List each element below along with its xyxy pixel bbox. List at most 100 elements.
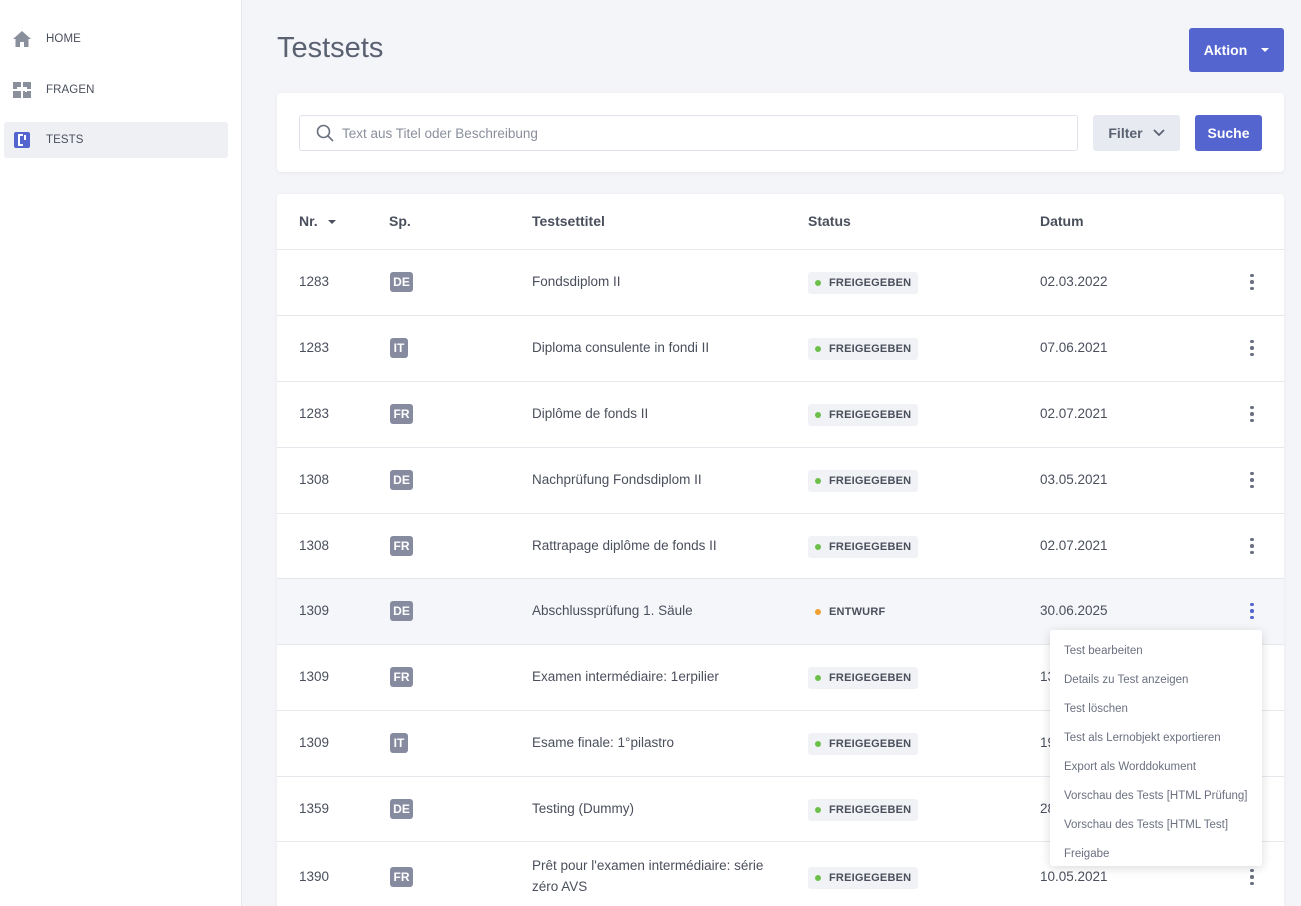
sidebar-item-fragen[interactable]: FRAGEN [4, 72, 228, 108]
status-label: FREIGEGEBEN [829, 738, 912, 750]
menu-item-export-learning-object[interactable]: Test als Lernobjekt exportieren [1050, 723, 1262, 752]
filter-button[interactable]: Filter [1093, 115, 1180, 151]
more-options-icon[interactable] [1244, 337, 1260, 359]
status-badge: FREIGEGEBEN [808, 536, 919, 558]
more-options-icon[interactable] [1244, 403, 1260, 425]
column-header-lang[interactable]: Sp. [389, 213, 411, 229]
column-header-date[interactable]: Datum [1040, 213, 1084, 229]
language-badge: DE [390, 601, 413, 621]
language-badge: FR [390, 404, 413, 424]
column-header-status[interactable]: Status [808, 213, 851, 229]
more-options-icon[interactable] [1244, 469, 1260, 491]
status-label: FREIGEGEBEN [829, 475, 912, 487]
chevron-down-icon [1152, 129, 1165, 137]
search-card: Filter Suche [277, 93, 1284, 172]
menu-item-preview-html-exam[interactable]: Vorschau des Tests [HTML Prüfung] [1050, 781, 1262, 810]
cell-nr: 1309 [299, 735, 330, 750]
status-label: FREIGEGEBEN [829, 804, 912, 816]
status-badge: FREIGEGEBEN [808, 470, 919, 492]
sort-desc-icon [327, 220, 336, 225]
cell-title[interactable]: Examen intermédiaire: 1erpilier [532, 669, 719, 684]
language-badge: DE [390, 272, 413, 292]
sidebar-item-label: FRAGEN [46, 84, 95, 96]
status-label: FREIGEGEBEN [829, 409, 912, 421]
status-dot-icon [815, 609, 821, 615]
cell-title[interactable]: Testing (Dummy) [532, 801, 634, 816]
sidebar: HOME FRAGEN TESTS [0, 0, 242, 906]
status-dot-icon [815, 741, 821, 747]
table-row[interactable]: 1283 DE Fondsdiplom II FREIGEGEBEN 02.03… [277, 250, 1284, 316]
status-dot-icon [815, 346, 821, 352]
status-dot-icon [815, 807, 821, 813]
cell-date: 02.07.2021 [1040, 406, 1108, 421]
status-badge: FREIGEGEBEN [808, 667, 919, 689]
cell-title[interactable]: Nachprüfung Fondsdiplom II [532, 472, 702, 487]
status-dot-icon [815, 544, 821, 550]
more-options-icon[interactable] [1244, 535, 1260, 557]
cell-nr: 1308 [299, 472, 330, 487]
action-button[interactable]: Aktion [1189, 28, 1284, 72]
status-label: ENTWURF [829, 606, 886, 618]
status-badge: FREIGEGEBEN [808, 733, 919, 755]
cell-date: 30.06.2025 [1040, 603, 1108, 618]
menu-item-delete-test[interactable]: Test löschen [1050, 694, 1262, 723]
menu-item-release[interactable]: Freigabe [1050, 839, 1262, 868]
menu-item-edit-test[interactable]: Test bearbeiten [1050, 636, 1262, 665]
search-field [299, 115, 1078, 151]
cell-title[interactable]: Diplôme de fonds II [532, 406, 648, 421]
cell-title[interactable]: Diploma consulente in fondi II [532, 340, 709, 355]
questions-icon [12, 80, 32, 100]
language-badge: FR [390, 536, 413, 556]
status-label: FREIGEGEBEN [829, 277, 912, 289]
row-context-menu: Test bearbeiten Details zu Test anzeigen… [1050, 630, 1262, 866]
cell-title[interactable]: Esame finale: 1°pilastro [532, 735, 674, 750]
menu-item-export-word[interactable]: Export als Worddokument [1050, 752, 1262, 781]
status-badge: FREIGEGEBEN [808, 338, 919, 360]
table-row[interactable]: 1308 DE Nachprüfung Fondsdiplom II FREIG… [277, 448, 1284, 514]
language-badge: FR [390, 867, 413, 887]
table-row[interactable]: 1283 IT Diploma consulente in fondi II F… [277, 316, 1284, 382]
cell-title-line[interactable]: Prêt pour l'examen intermédiaire: série [532, 858, 763, 873]
table-row[interactable]: 1308 FR Rattrapage diplôme de fonds II F… [277, 514, 1284, 579]
status-label: FREIGEGEBEN [829, 343, 912, 355]
more-options-icon[interactable] [1244, 271, 1260, 293]
home-icon [12, 29, 32, 49]
status-badge: FREIGEGEBEN [808, 404, 919, 426]
table-row[interactable]: 1283 FR Diplôme de fonds II FREIGEGEBEN … [277, 382, 1284, 448]
status-label: FREIGEGEBEN [829, 672, 912, 684]
column-header-nr[interactable]: Nr. [299, 213, 336, 229]
cell-title[interactable]: Rattrapage diplôme de fonds II [532, 538, 717, 553]
status-dot-icon [815, 412, 821, 418]
cell-nr: 1390 [299, 869, 330, 884]
cell-title[interactable]: Fondsdiplom II [532, 274, 621, 289]
menu-item-preview-html-test[interactable]: Vorschau des Tests [HTML Test] [1050, 810, 1262, 839]
sidebar-item-label: HOME [46, 33, 81, 45]
language-badge: DE [390, 470, 413, 490]
cell-nr: 1283 [299, 340, 330, 355]
cell-date: 10.05.2021 [1040, 869, 1108, 884]
search-input[interactable] [342, 125, 1042, 141]
sidebar-item-label: TESTS [46, 134, 84, 146]
column-header-title[interactable]: Testsettitel [532, 213, 605, 229]
language-badge: IT [390, 733, 408, 753]
status-dot-icon [815, 875, 821, 881]
menu-item-show-details[interactable]: Details zu Test anzeigen [1050, 665, 1262, 694]
cell-date: 03.05.2021 [1040, 472, 1108, 487]
more-options-icon[interactable] [1244, 600, 1260, 622]
filter-button-label: Filter [1108, 125, 1143, 141]
status-badge: FREIGEGEBEN [808, 867, 919, 889]
column-header-label: Nr. [299, 213, 318, 229]
language-badge: IT [390, 338, 408, 358]
page-title: Testsets [277, 32, 384, 64]
status-badge: ENTWURF [808, 601, 892, 623]
action-button-label: Aktion [1203, 42, 1248, 58]
sidebar-item-home[interactable]: HOME [4, 21, 228, 57]
more-options-icon[interactable] [1244, 866, 1260, 888]
cell-title-line[interactable]: zéro AVS [532, 879, 587, 894]
sidebar-item-tests[interactable]: TESTS [4, 122, 228, 158]
cell-date: 02.03.2022 [1040, 274, 1108, 289]
status-dot-icon [815, 478, 821, 484]
cell-nr: 1283 [299, 274, 330, 289]
search-button[interactable]: Suche [1195, 115, 1262, 151]
cell-title[interactable]: Abschlussprüfung 1. Säule [532, 603, 693, 618]
